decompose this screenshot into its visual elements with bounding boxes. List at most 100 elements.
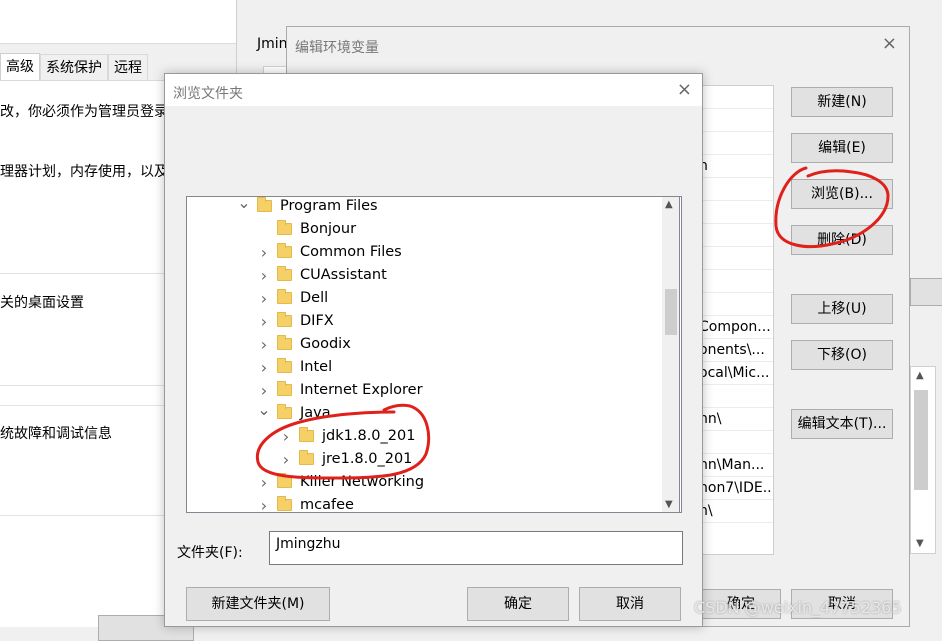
scroll-up-icon[interactable]: ▲ <box>916 370 924 381</box>
chevron-right-icon[interactable]: › <box>257 335 271 354</box>
tab-remote[interactable]: 远程 <box>108 54 148 80</box>
edit-text-button[interactable]: 编辑文本(T)... <box>791 409 893 439</box>
list-item[interactable] <box>693 385 773 408</box>
folder-icon <box>299 450 314 465</box>
chevron-right-icon[interactable]: › <box>257 289 271 308</box>
tree-node[interactable]: › Killer Networking <box>257 471 424 493</box>
list-item[interactable] <box>693 224 773 247</box>
folder-icon <box>299 427 314 442</box>
list-item[interactable] <box>693 132 773 155</box>
tab-strip: 高级 系统保护 远程 <box>0 53 148 80</box>
chevron-right-icon[interactable]: › <box>257 266 271 285</box>
list-item[interactable]: non7\IDE... <box>693 477 773 500</box>
new-button[interactable]: 新建(N) <box>791 87 893 117</box>
chevron-down-icon[interactable]: ⌄ <box>257 400 271 419</box>
tree-node-label: Java <box>300 405 331 421</box>
background-button[interactable] <box>910 278 942 306</box>
chevron-right-icon[interactable]: › <box>257 358 271 377</box>
close-icon[interactable]: × <box>677 79 692 100</box>
list-item[interactable] <box>693 431 773 454</box>
tree-node[interactable]: ⌄ Java <box>257 400 331 424</box>
tree-node[interactable]: ⌄ Program Files <box>237 197 378 217</box>
tree-node[interactable]: › DIFX <box>257 310 334 332</box>
browse-cancel-button[interactable]: 取消 <box>579 587 681 621</box>
list-item[interactable] <box>693 247 773 270</box>
tree-node[interactable]: › Goodix <box>257 333 351 355</box>
tree-node[interactable]: › CUAssistant <box>257 264 387 286</box>
folder-icon <box>277 496 292 511</box>
tree-node[interactable]: Bonjour <box>257 218 356 240</box>
tree-node[interactable]: › Intel <box>257 356 332 378</box>
user-vars-label: Jmin <box>257 36 288 52</box>
tree-node-label: CUAssistant <box>300 267 387 283</box>
admin-notice-text: 改，你必须作为管理员登录 <box>0 104 168 120</box>
scroll-down-icon[interactable]: ▼ <box>665 499 673 510</box>
folder-icon <box>277 381 292 396</box>
folder-icon <box>277 404 292 419</box>
tree-node-label: Goodix <box>300 336 351 352</box>
tree-node-label: Killer Networking <box>300 474 425 490</box>
chevron-right-icon[interactable]: › <box>257 473 271 492</box>
chevron-right-icon[interactable]: › <box>257 381 271 400</box>
list-item[interactable] <box>693 293 773 316</box>
chevron-right-icon[interactable]: › <box>279 450 293 469</box>
chevron-right-icon[interactable]: › <box>257 243 271 262</box>
tree-node[interactable]: › Internet Explorer <box>257 379 423 401</box>
browse-ok-button[interactable]: 确定 <box>467 587 569 621</box>
tree-node-label: mcafee <box>300 497 354 513</box>
folder-icon <box>277 312 292 327</box>
tab-advanced[interactable]: 高级 <box>0 53 40 80</box>
dialog-titlebar <box>165 74 702 106</box>
folder-icon <box>277 473 292 488</box>
new-folder-button[interactable]: 新建文件夹(M) <box>186 587 330 621</box>
tree-node[interactable]: › Common Files <box>257 241 402 263</box>
delete-button[interactable]: 删除(D) <box>791 225 893 255</box>
list-item[interactable] <box>693 86 773 109</box>
scrollbar-thumb[interactable] <box>914 390 928 490</box>
close-icon[interactable]: × <box>882 33 897 54</box>
chevron-right-icon[interactable]: › <box>257 496 271 513</box>
scroll-up-icon[interactable]: ▲ <box>665 199 673 210</box>
startup-recovery-text: 统故障和调试信息 <box>0 426 112 442</box>
list-item[interactable] <box>693 270 773 293</box>
folder-icon <box>277 289 292 304</box>
move-down-button[interactable]: 下移(O) <box>791 340 893 370</box>
browse-button[interactable]: 浏览(B)... <box>791 179 893 209</box>
browse-folder-dialog: 浏览文件夹 × ⌄ Program Files Bonjour › Common Fil… <box>164 73 703 627</box>
tree-node-label: DIFX <box>300 313 334 329</box>
folder-label: 文件夹(F): <box>177 545 243 561</box>
tree-node-label: Internet Explorer <box>300 382 423 398</box>
chevron-right-icon[interactable]: › <box>279 427 293 446</box>
list-item[interactable] <box>693 178 773 201</box>
dialog-title: 浏览文件夹 <box>173 86 243 102</box>
list-item[interactable]: nn\ <box>693 408 773 431</box>
edit-button[interactable]: 编辑(E) <box>791 133 893 163</box>
list-item[interactable]: Compon... <box>693 316 773 339</box>
list-item[interactable]: n\ <box>693 500 773 523</box>
tree-node[interactable]: › jre1.8.0_201 <box>279 448 413 470</box>
tree-node-label: Program Files <box>280 198 378 214</box>
watermark: CSDN @weixin_47752365 <box>694 598 902 617</box>
list-item[interactable]: nn\Man... <box>693 454 773 477</box>
list-item[interactable]: onents\... <box>693 339 773 362</box>
list-item[interactable]: n <box>693 155 773 178</box>
scroll-down-icon[interactable]: ▼ <box>916 538 924 549</box>
tree-node[interactable]: › Dell <box>257 287 328 309</box>
path-entries-list[interactable]: n Compon... onents\... ocal\Mic... nn\ nn\Man… <box>692 85 774 555</box>
folder-icon <box>277 335 292 350</box>
folder-tree[interactable]: ⌄ Program Files Bonjour › Common Files › CUAss… <box>186 196 682 513</box>
tree-node[interactable]: › mcafee <box>257 494 354 513</box>
tree-node-label: Bonjour <box>300 221 357 237</box>
list-item[interactable] <box>693 109 773 132</box>
tree-node[interactable]: › jdk1.8.0_201 <box>279 425 416 447</box>
chevron-down-icon[interactable]: ⌄ <box>237 197 251 212</box>
tree-scrollbar[interactable]: ▲ ▼ <box>662 196 680 513</box>
folder-icon <box>277 266 292 281</box>
move-up-button[interactable]: 上移(U) <box>791 294 893 324</box>
list-item[interactable] <box>693 201 773 224</box>
folder-name-input[interactable]: Jmingzhu <box>269 531 683 565</box>
list-item[interactable]: ocal\Mic... <box>693 362 773 385</box>
scrollbar-thumb[interactable] <box>665 289 677 335</box>
chevron-right-icon[interactable]: › <box>257 312 271 331</box>
tab-system-protection[interactable]: 系统保护 <box>40 54 108 80</box>
